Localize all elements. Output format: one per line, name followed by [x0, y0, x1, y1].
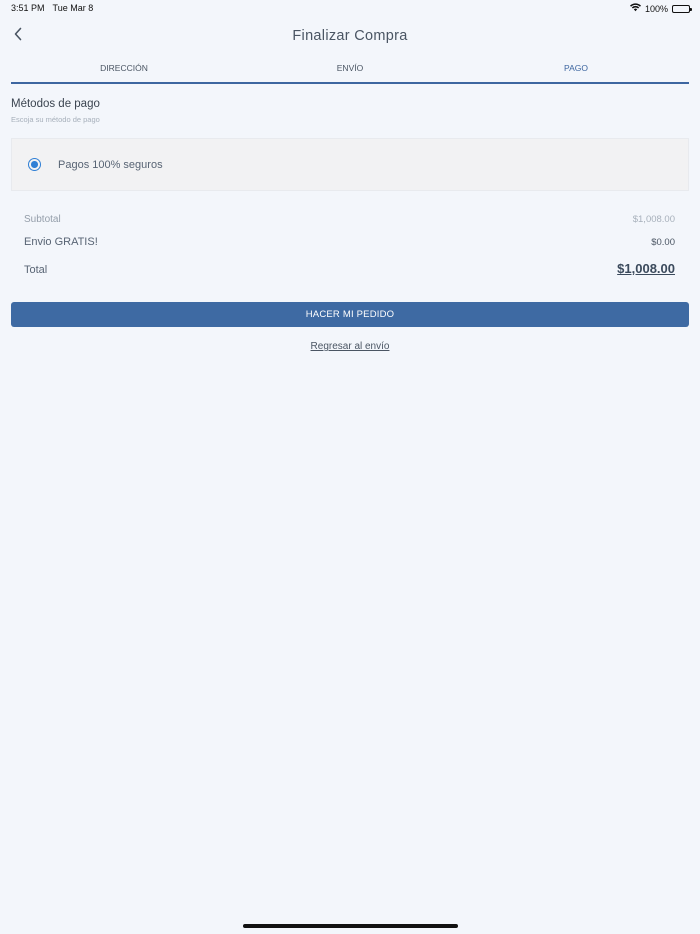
- shipping-row: Envio GRATIS! $0.00: [24, 236, 675, 261]
- status-time: 3:51 PM: [11, 3, 45, 13]
- tab-pago[interactable]: PAGO: [463, 58, 689, 82]
- checkout-steps: DIRECCIÓN ENVÍO PAGO: [11, 58, 689, 84]
- subtotal-value: $1,008.00: [632, 214, 675, 225]
- radio-selected-dot: [31, 161, 38, 168]
- tab-direccion[interactable]: DIRECCIÓN: [11, 58, 237, 82]
- shipping-value: $0.00: [651, 237, 675, 248]
- place-order-button[interactable]: HACER MI PEDIDO: [11, 302, 689, 327]
- battery-icon: [672, 4, 692, 13]
- subtotal-row: Subtotal $1,008.00: [24, 214, 675, 236]
- order-summary: Subtotal $1,008.00 Envio GRATIS! $0.00 T…: [24, 214, 675, 285]
- status-right: 100%: [629, 3, 692, 14]
- subtotal-label: Subtotal: [24, 214, 61, 225]
- home-indicator[interactable]: [243, 924, 458, 928]
- header: Finalizar Compra: [0, 22, 700, 50]
- payment-methods-subtitle: Escoja su método de pago: [11, 115, 100, 124]
- payment-option[interactable]: Pagos 100% seguros: [11, 138, 689, 191]
- page-title: Finalizar Compra: [292, 28, 408, 44]
- back-to-shipping-link[interactable]: Regresar al envío: [0, 341, 700, 352]
- tab-envio[interactable]: ENVÍO: [237, 58, 463, 82]
- wifi-icon: [629, 3, 641, 14]
- payment-methods-title: Métodos de pago: [11, 98, 100, 110]
- total-row: Total $1,008.00: [24, 261, 675, 285]
- total-label: Total: [24, 264, 48, 276]
- status-bar: 3:51 PM Tue Mar 8 100%: [0, 0, 700, 18]
- status-left: 3:51 PM Tue Mar 8: [11, 3, 93, 13]
- battery-percent: 100%: [644, 3, 668, 14]
- status-date: Tue Mar 8: [52, 3, 94, 13]
- payment-option-label: Pagos 100% seguros: [58, 158, 163, 171]
- total-value: $1,008.00: [617, 261, 675, 276]
- shipping-label: Envio GRATIS!: [24, 236, 98, 248]
- radio-button[interactable]: [28, 158, 41, 171]
